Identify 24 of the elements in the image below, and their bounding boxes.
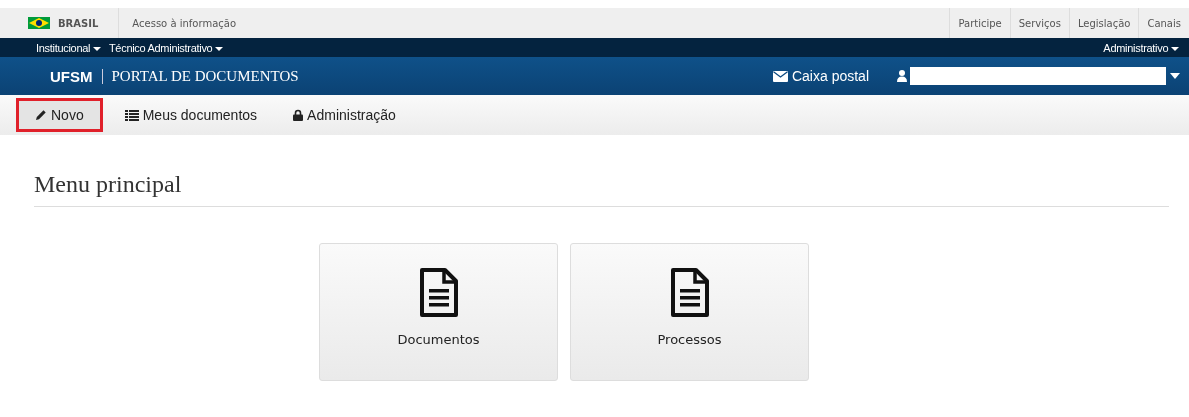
lock-icon: [293, 109, 304, 121]
gov-link[interactable]: Acesso à informação: [119, 8, 249, 38]
envelope-icon: [772, 70, 788, 82]
caret-icon[interactable]: [1170, 73, 1180, 79]
flag-icon: [28, 17, 50, 29]
pencil-icon: [35, 109, 47, 121]
list-icon: [124, 109, 139, 121]
document-icon: [418, 268, 459, 318]
portal-title: PORTAL DE DOCUMENTOS: [111, 67, 299, 85]
nav-tab[interactable]: Novo: [16, 98, 103, 132]
nav-tab[interactable]: Meus documentos: [110, 98, 272, 132]
context-menu[interactable]: Técnico Administrativo: [108, 41, 224, 54]
context-menu[interactable]: Institucional: [36, 41, 101, 54]
menu-tile[interactable]: Documentos: [319, 243, 558, 381]
page-title: Menu principal: [34, 171, 1169, 207]
brand-logo[interactable]: UFSM: [50, 67, 93, 85]
country-link[interactable]: BRASIL: [58, 17, 99, 29]
menu-tile[interactable]: Processos: [570, 243, 809, 381]
user-icon: [897, 70, 907, 82]
nav-tab[interactable]: Administração: [279, 98, 410, 132]
context-menu[interactable]: Administrativo: [1103, 41, 1179, 54]
document-icon: [669, 268, 710, 318]
mail-link[interactable]: Caixa postal: [772, 68, 869, 84]
user-name-field[interactable]: [910, 67, 1166, 85]
